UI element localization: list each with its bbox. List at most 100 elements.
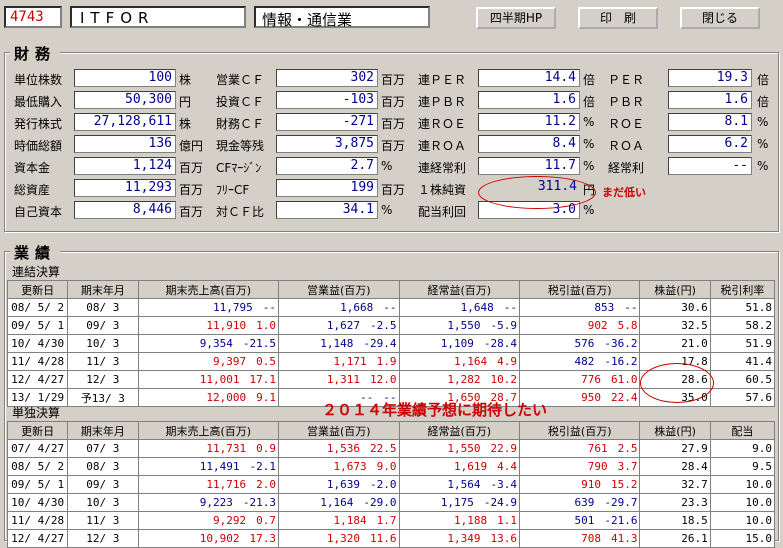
value: 11,001 bbox=[199, 373, 240, 386]
change-pct: 4.4 bbox=[497, 460, 517, 473]
change-pct: 5.8 bbox=[617, 319, 638, 332]
change-pct: -2.5 bbox=[370, 319, 397, 332]
table-cell: 51.8 bbox=[709, 298, 776, 317]
table-cell: 853 -- bbox=[518, 298, 641, 317]
change-pct: 1.0 bbox=[256, 319, 277, 332]
change-pct: -2.0 bbox=[370, 478, 397, 491]
finance-value: 27,128,611 bbox=[74, 113, 176, 131]
table-cell: 1,171 1.9 bbox=[278, 352, 400, 371]
value: 1,550 bbox=[447, 442, 481, 455]
table-row: 08/ 5/ 2 08/ 3 11,491 -2.1 1,673 9.0 1,619 4.4 7… bbox=[6, 457, 776, 476]
finance-value: 50,300 bbox=[74, 91, 176, 109]
value: 9,397 bbox=[213, 355, 247, 368]
table-cell: 11/ 4/28 bbox=[6, 511, 69, 530]
column-header[interactable]: 税引益(百万) bbox=[518, 421, 641, 440]
table-cell: 32.5 bbox=[639, 316, 711, 335]
column-header[interactable]: 期末売上高(百万) bbox=[137, 280, 280, 299]
table-cell: 11/ 3 bbox=[67, 511, 139, 530]
table-cell: 910 15.2 bbox=[518, 475, 641, 494]
finance-value: 11.2 bbox=[478, 113, 580, 131]
table-cell: 08/ 3 bbox=[67, 298, 139, 317]
print-button[interactable]: 印 刷 bbox=[578, 7, 658, 29]
quarterly-hp-button[interactable]: 四半期HP bbox=[476, 7, 556, 29]
column-header[interactable]: 配当 bbox=[709, 421, 776, 440]
finance-value: 8.1 bbox=[668, 113, 752, 131]
column-header[interactable]: 期末売上高(百万) bbox=[137, 421, 280, 440]
change-pct: -29.7 bbox=[604, 496, 638, 509]
finance-value: 8.4 bbox=[478, 135, 580, 153]
table-cell: 11,491 -2.1 bbox=[137, 457, 280, 476]
value: 950 bbox=[581, 391, 601, 404]
column-header[interactable]: 税引利率 bbox=[709, 280, 776, 299]
finance-value: 1.6 bbox=[668, 91, 752, 109]
value: 1,673 bbox=[333, 460, 367, 473]
finance-label: 営業ＣＦ bbox=[216, 73, 265, 87]
table-cell: 1,564 -3.4 bbox=[398, 475, 520, 494]
table-cell: 1,668 -- bbox=[278, 298, 400, 317]
table-cell: 1,536 22.5 bbox=[278, 439, 400, 458]
change-pct: -2.1 bbox=[249, 460, 277, 473]
table-cell: 482 -16.2 bbox=[518, 352, 641, 371]
value: 910 bbox=[581, 478, 601, 491]
note-still-low: まだ低い bbox=[602, 186, 646, 199]
column-header[interactable]: 経常益(百万) bbox=[398, 421, 520, 440]
table-cell: 12/ 3 bbox=[67, 370, 139, 389]
table-cell: 41.4 bbox=[709, 352, 776, 371]
table-cell: 11,910 1.0 bbox=[137, 316, 280, 335]
change-pct: 4.9 bbox=[497, 355, 517, 368]
table-cell: 12,000 9.1 bbox=[137, 388, 280, 407]
column-header[interactable]: 期末年月 bbox=[67, 280, 139, 299]
finance-value: 8,446 bbox=[74, 201, 176, 219]
change-pct: -- bbox=[624, 301, 638, 314]
table-row: 10/ 4/30 10/ 3 9,223 -21.3 1,164 -29.0 1,175 -2… bbox=[6, 493, 776, 512]
finance-value: 34.1 bbox=[276, 201, 378, 219]
table-cell: 576 -36.2 bbox=[518, 334, 641, 353]
finance-label: ﾌﾘｰCF bbox=[216, 183, 250, 197]
change-pct: 2.5 bbox=[617, 442, 638, 455]
table-cell: 11/ 4/28 bbox=[6, 352, 69, 371]
close-button[interactable]: 閉じる bbox=[680, 7, 760, 29]
value: 790 bbox=[587, 460, 608, 473]
column-header[interactable]: 株益(円) bbox=[639, 280, 711, 299]
table-cell: 58.2 bbox=[709, 316, 776, 335]
change-pct: -3.4 bbox=[490, 478, 517, 491]
value: 1,171 bbox=[333, 355, 367, 368]
column-header[interactable]: 更新日 bbox=[6, 421, 69, 440]
finance-label: 連ＰＢＲ bbox=[418, 95, 467, 109]
change-pct: 17.3 bbox=[249, 532, 277, 545]
table-cell: 9.5 bbox=[709, 457, 776, 476]
table-cell: 08/ 5/ 2 bbox=[6, 298, 69, 317]
change-pct: 0.7 bbox=[256, 514, 277, 527]
header-bar: 4743 ITFOR 情報・通信業 四半期HP 印 刷 閉じる bbox=[0, 0, 783, 34]
change-pct: -5.9 bbox=[490, 319, 517, 332]
table-cell: 09/ 3 bbox=[67, 475, 139, 494]
change-pct: -36.2 bbox=[604, 337, 638, 350]
highlight-circle-bps bbox=[478, 176, 596, 209]
table-cell: 08/ 5/ 2 bbox=[6, 457, 69, 476]
table-cell: 1,282 10.2 bbox=[398, 370, 520, 389]
table-cell: 1,109 -28.4 bbox=[398, 334, 520, 353]
column-header[interactable]: 営業益(百万) bbox=[278, 280, 400, 299]
column-header[interactable]: 株益(円) bbox=[639, 421, 711, 440]
table-cell: 790 3.7 bbox=[518, 457, 641, 476]
column-header[interactable]: 税引益(百万) bbox=[518, 280, 641, 299]
value: 482 bbox=[574, 355, 595, 368]
column-header[interactable]: 更新日 bbox=[6, 280, 69, 299]
finance-value: -- bbox=[668, 157, 752, 175]
finance-label: 経常利 bbox=[608, 161, 645, 175]
table-cell: 09/ 5/ 1 bbox=[6, 316, 69, 335]
table-row: 07/ 4/27 07/ 3 11,731 0.9 1,536 22.5 1,550 22.9… bbox=[6, 439, 776, 458]
column-header[interactable]: 営業益(百万) bbox=[278, 421, 400, 440]
table-cell: 28.4 bbox=[639, 457, 711, 476]
finance-unit: 百万 bbox=[381, 117, 406, 131]
value: 12,000 bbox=[206, 391, 247, 404]
column-header[interactable]: 経常益(百万) bbox=[398, 280, 520, 299]
table-cell: 10/ 3 bbox=[67, 334, 139, 353]
change-pct: 3.7 bbox=[617, 460, 638, 473]
column-header[interactable]: 期末年月 bbox=[67, 421, 139, 440]
value: 1,175 bbox=[440, 496, 474, 509]
value: 1,109 bbox=[440, 337, 474, 350]
table-cell: 1,311 12.0 bbox=[278, 370, 400, 389]
table-cell: 12/ 4/27 bbox=[6, 370, 69, 389]
table-cell: 51.9 bbox=[709, 334, 776, 353]
